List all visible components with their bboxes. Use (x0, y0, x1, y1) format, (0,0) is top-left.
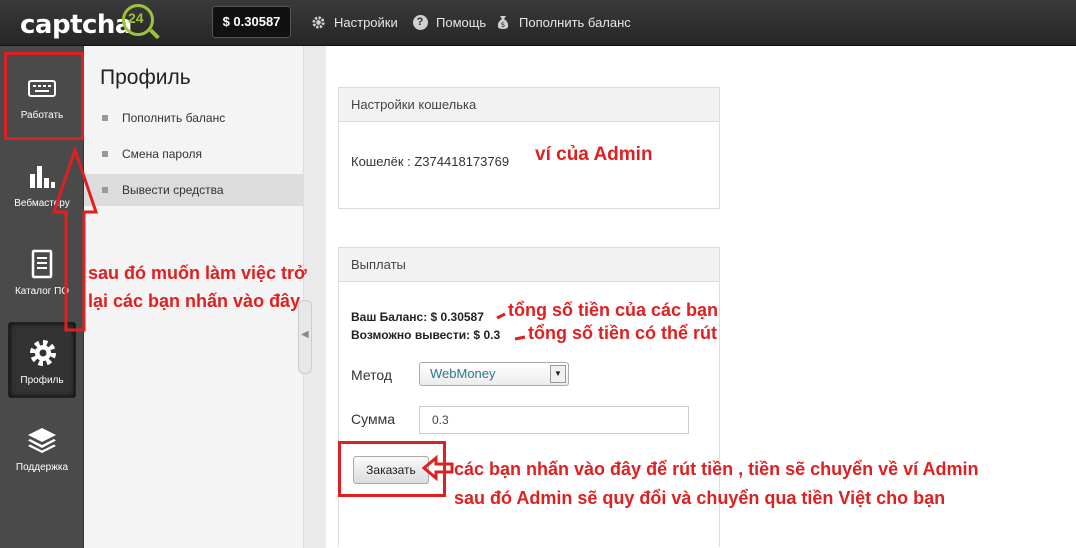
wallet-settings-panel: Настройки кошелька Кошелёк : Z3744181737… (338, 87, 720, 209)
nav-help[interactable]: ? Помощь (412, 12, 486, 32)
annotation-work-line-2: lại các bạn nhấn vào đây (88, 291, 301, 311)
chevron-down-icon[interactable]: ▼ (550, 365, 566, 383)
logo[interactable]: captcha 24 (20, 4, 160, 40)
balance-line: Ваш Баланс: $ 0.30587 (351, 310, 484, 324)
panel-splitter-handle[interactable]: ◀ (298, 300, 312, 374)
nav-top-up-label: Пополнить баланс (519, 14, 631, 30)
method-select-value: WebMoney (430, 366, 496, 381)
top-bar: captcha 24 $ 0.30587 Настройки ? Помощь … (0, 0, 1076, 46)
sidebar-item-support-label: Поддержка (15, 462, 69, 473)
gear-icon (30, 340, 56, 366)
nav-settings-label: Настройки (334, 14, 398, 30)
amount-label: Сумма (351, 411, 395, 427)
chevron-left-icon: ◀ (301, 329, 309, 340)
layers-icon (28, 428, 56, 453)
help-icon: ? (412, 14, 428, 30)
withdrawable-line: Возможно вывести: $ 0.3 (351, 328, 501, 342)
gear-icon (310, 14, 326, 30)
logo-text: captcha (20, 10, 132, 40)
logo-badge-text: 24 (128, 10, 144, 26)
logo-magnifier-handle (149, 28, 160, 40)
balance-button[interactable]: $ 0.30587 (212, 6, 291, 38)
annotation-work-line-1: sau đó muốn làm việc trở (88, 263, 307, 283)
sidebar-item-webmaster[interactable]: Вебмастеру (8, 146, 76, 222)
annotation-withdraw: tổng số tiền có thể rút (528, 323, 717, 343)
sidebar-item-profile-label: Профиль (20, 375, 64, 386)
annotation-order-line-2: sau đó Admin sẽ quy đổi và chuyển qua ti… (454, 488, 946, 508)
submenu-item-top-up[interactable]: Пополнить баланс (84, 102, 304, 134)
nav-help-label: Помощь (436, 14, 487, 30)
money-bag-icon: $ (495, 14, 511, 30)
amount-input[interactable]: 0.3 (419, 406, 689, 434)
svg-text:$: $ (501, 21, 505, 29)
method-label: Метод (351, 367, 393, 383)
bar-chart-icon (30, 166, 55, 188)
submenu-title: Профиль (100, 66, 191, 89)
submenu-item-withdraw[interactable]: Вывести средства (84, 174, 304, 206)
submenu-item-change-password[interactable]: Смена пароля (84, 138, 304, 170)
content-gutter (304, 46, 326, 548)
sidebar-item-catalog-label: Каталог ПО (14, 286, 70, 297)
wallet-number: Кошелёк : Z374418173769 (351, 154, 510, 169)
wallet-panel-title: Настройки кошелька (339, 88, 719, 122)
annotation-order-line-1: các bạn nhấn vào đây để rút tiền , tiền … (454, 459, 979, 479)
nav-top-up[interactable]: $ Пополнить баланс (495, 12, 631, 32)
payout-panel-title: Выплаты (339, 248, 719, 282)
sidebar-item-webmaster-label: Вебмастеру (14, 198, 70, 209)
annotation-wallet: ví của Admin (535, 144, 653, 165)
nav-settings[interactable]: Настройки (310, 12, 398, 32)
document-icon (31, 249, 53, 279)
sidebar-item-support[interactable]: Поддержка (8, 410, 76, 486)
sidebar-item-profile[interactable]: Профиль (8, 322, 76, 398)
method-select[interactable]: WebMoney ▼ (419, 362, 569, 386)
sidebar-item-catalog[interactable]: Каталог ПО (8, 234, 76, 310)
annotation-box-order (338, 441, 446, 497)
annotation-box-work (4, 52, 84, 140)
